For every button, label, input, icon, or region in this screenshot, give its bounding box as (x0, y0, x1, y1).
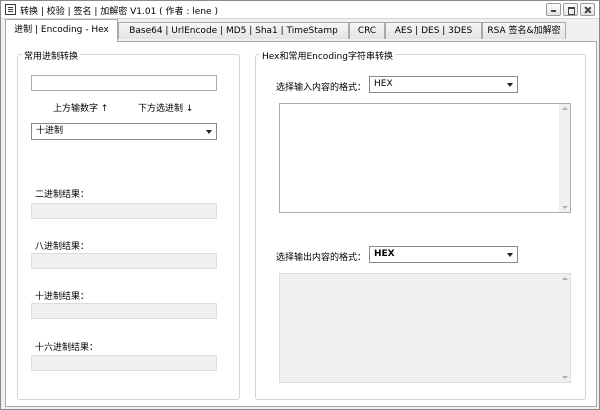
tab-base64-md5[interactable]: Base64 | UrlEncode | MD5 | Sha1 | TimeSt… (118, 22, 349, 39)
tab-strip: 进制 | Encoding - Hex Base64 | UrlEncode |… (5, 19, 597, 42)
tab-hex-encoding[interactable]: 进制 | Encoding - Hex (5, 19, 118, 42)
scroll-down-icon[interactable] (562, 206, 568, 209)
base-conversion-group: 常用进制转换 上方输数字 ↑ 下方选进制 ↓ 十进制 二进制结果： 八进制结果：… (17, 49, 240, 400)
hex-result-field[interactable] (31, 355, 217, 371)
group-title: 常用进制转换 (22, 49, 81, 62)
number-input[interactable] (31, 75, 217, 91)
output-textarea[interactable] (279, 273, 571, 383)
decimal-result-field[interactable] (31, 303, 217, 319)
tab-panel: 常用进制转换 上方输数字 ↑ 下方选进制 ↓ 十进制 二进制结果： 八进制结果：… (5, 41, 597, 407)
app-icon (5, 4, 16, 15)
hex-result-label: 十六进制结果： (35, 343, 99, 353)
close-icon[interactable] (580, 3, 595, 16)
octal-result-field[interactable] (31, 253, 217, 269)
input-format-select[interactable]: HEX (369, 76, 518, 93)
scroll-down-icon[interactable] (562, 376, 568, 379)
maximize-icon[interactable] (563, 3, 578, 16)
app-window: 转换 | 校验 | 签名 | 加解密 V1.01 ( 作者 : lene ) 进… (0, 0, 600, 410)
minimize-icon[interactable] (546, 3, 561, 16)
output-format-label: 选择输出内容的格式： (276, 253, 367, 263)
input-format-label: 选择输入内容的格式： (276, 83, 367, 93)
chevron-down-icon (507, 83, 513, 87)
title-bar[interactable]: 转换 | 校验 | 签名 | 加解密 V1.01 ( 作者 : lene ) (1, 1, 599, 19)
base-select-value: 十进制 (36, 126, 64, 136)
decimal-result-label: 十进制结果： (35, 292, 90, 302)
base-select[interactable]: 十进制 (31, 123, 217, 140)
output-format-select[interactable]: HEX (369, 246, 518, 263)
input-scrollbar[interactable] (559, 104, 570, 212)
octal-result-label: 八进制结果： (35, 242, 90, 252)
window-title: 转换 | 校验 | 签名 | 加解密 V1.01 ( 作者 : lene ) (20, 7, 218, 17)
input-hint-label: 上方输数字 ↑ (53, 104, 109, 114)
output-format-value: HEX (374, 249, 395, 259)
select-hint-label: 下方选进制 ↓ (138, 104, 194, 114)
window-controls (546, 3, 595, 16)
binary-result-label: 二进制结果： (35, 190, 90, 200)
tab-crc[interactable]: CRC (349, 22, 385, 39)
tab-aes-des[interactable]: AES | DES | 3DES (385, 22, 482, 39)
input-format-value: HEX (374, 79, 393, 89)
scroll-up-icon[interactable] (562, 277, 568, 280)
chevron-down-icon (507, 253, 513, 257)
hex-encoding-group: Hex和常用Encoding字符串转换 选择输入内容的格式： HEX 选择输出内… (255, 49, 586, 400)
tab-rsa[interactable]: RSA 签名&加解密 (482, 22, 566, 39)
chevron-down-icon (206, 130, 212, 134)
input-textarea[interactable] (279, 103, 571, 213)
group-title: Hex和常用Encoding字符串转换 (260, 49, 395, 62)
binary-result-field[interactable] (31, 203, 217, 219)
scroll-up-icon[interactable] (562, 107, 568, 110)
output-scrollbar[interactable] (559, 274, 570, 382)
